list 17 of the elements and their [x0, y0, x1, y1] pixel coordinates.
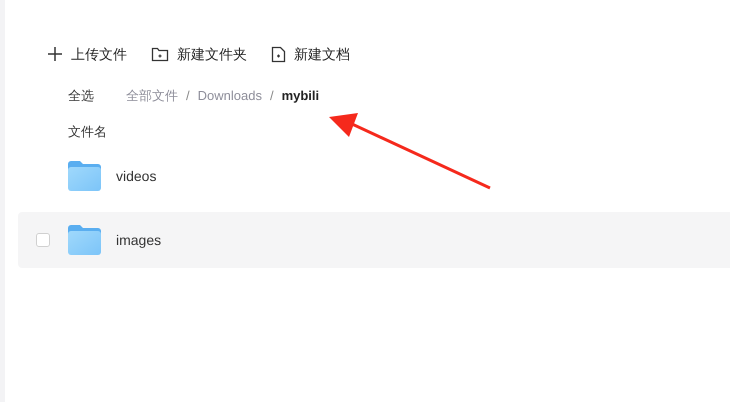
- plus-icon: [47, 46, 63, 62]
- breadcrumb-link[interactable]: mybili: [282, 86, 320, 106]
- file-name: videos: [116, 166, 156, 186]
- checkbox[interactable]: [36, 233, 50, 247]
- select-all-link[interactable]: 全选: [68, 86, 94, 106]
- toolbar-button[interactable]: 新建文档: [271, 44, 350, 64]
- folder-plus-icon: [151, 46, 169, 62]
- toolbar-button[interactable]: 上传文件: [47, 44, 127, 64]
- file-name: images: [116, 230, 162, 250]
- file-row[interactable]: images: [18, 212, 730, 268]
- column-header: 文件名: [68, 124, 107, 139]
- toolbar-button[interactable]: 新建文件夹: [151, 44, 247, 64]
- folder-icon: [68, 225, 101, 255]
- folder-icon: [68, 161, 101, 191]
- breadcrumb-separator: /: [186, 87, 190, 106]
- breadcrumb-separator: /: [270, 87, 274, 106]
- document-plus-icon: [271, 46, 286, 62]
